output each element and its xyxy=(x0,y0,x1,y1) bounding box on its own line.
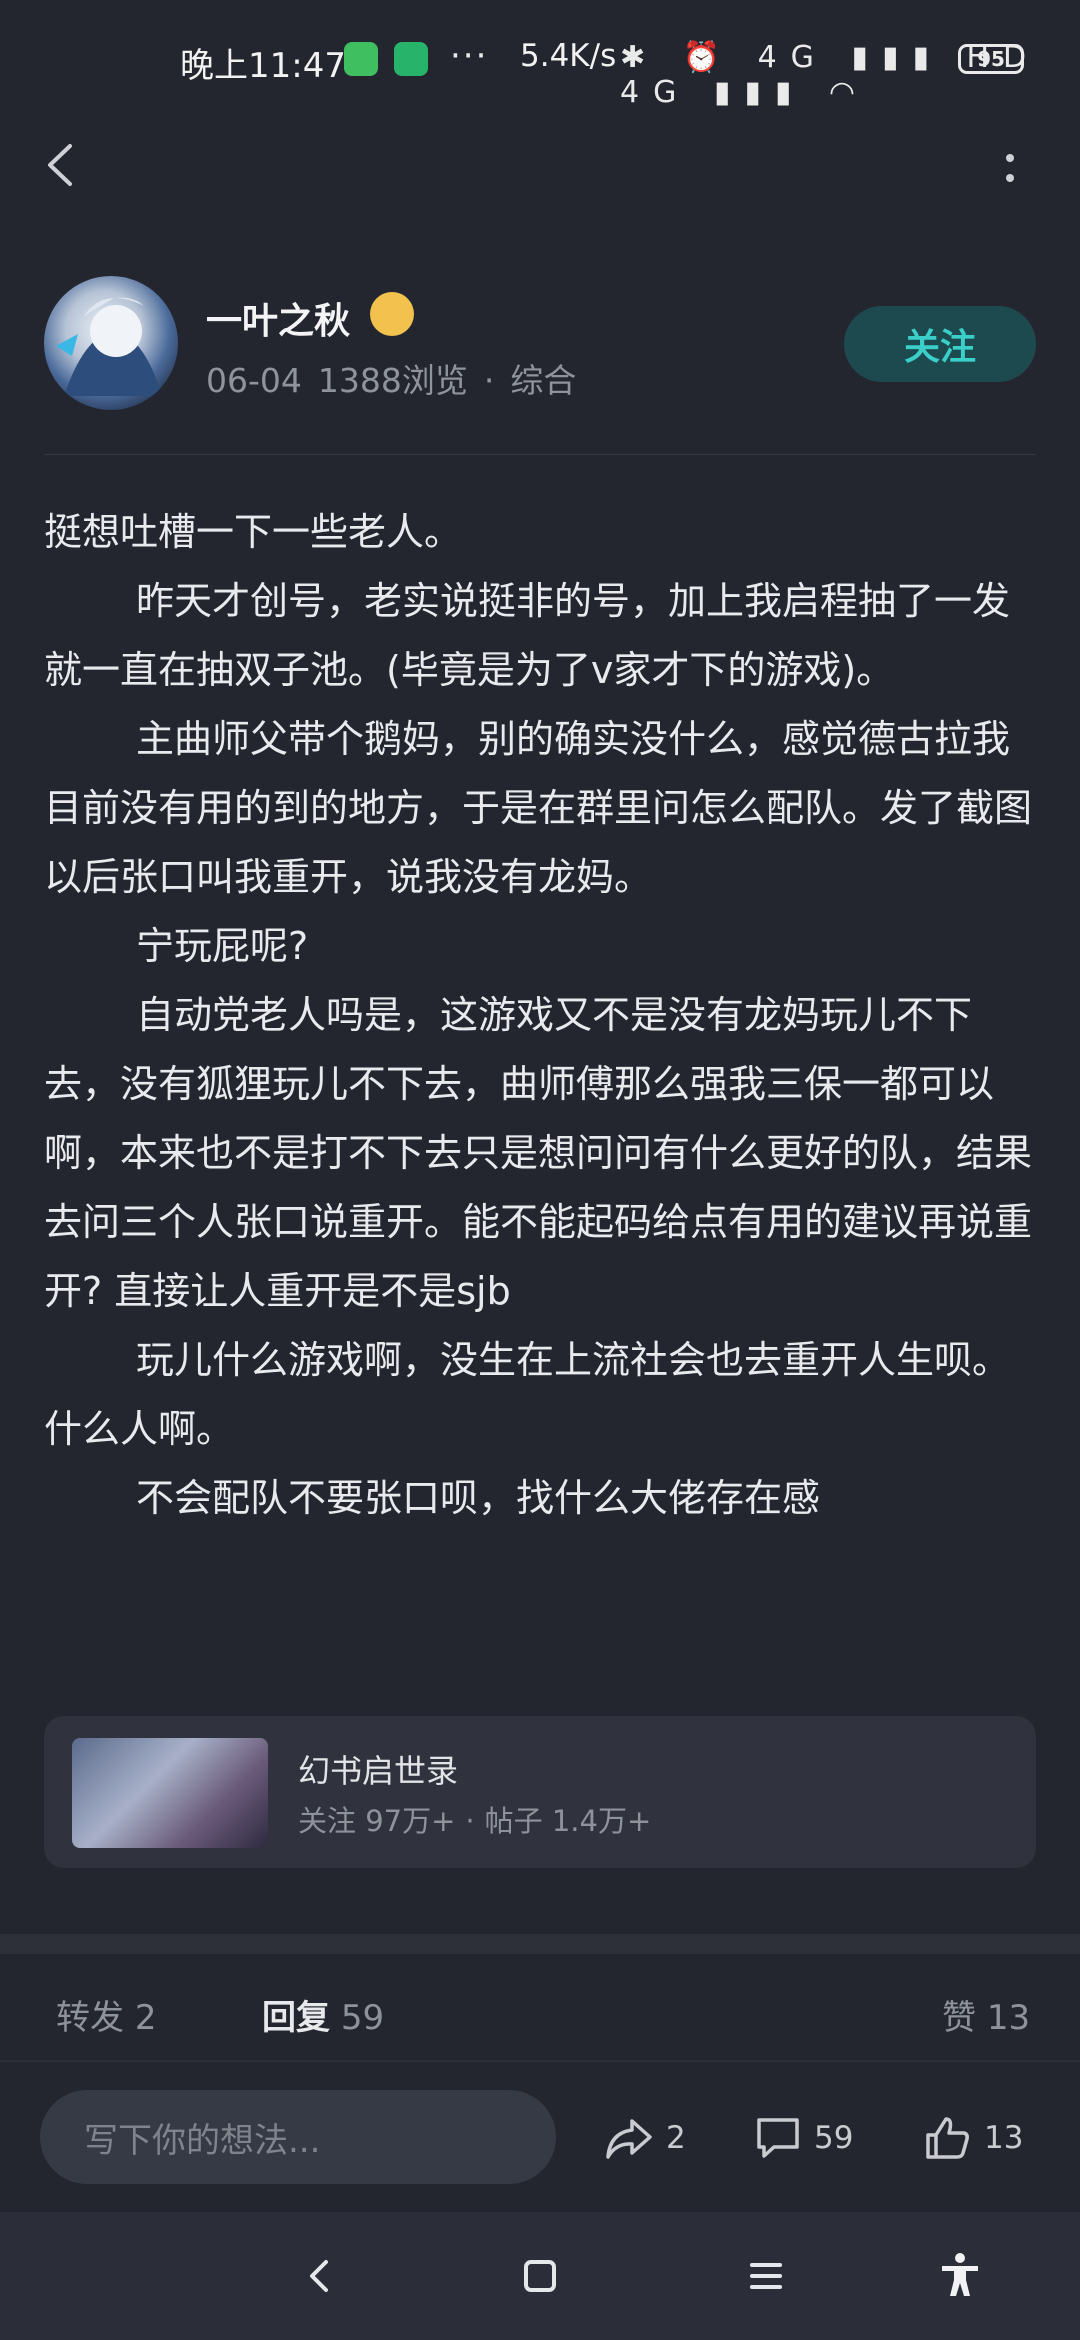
like-count: 13 xyxy=(984,2120,1024,2156)
post-views: 1388浏览 xyxy=(317,361,468,400)
app-notification-icon xyxy=(344,42,378,76)
thumbs-up-icon xyxy=(926,2117,969,2159)
battery-level: 95 xyxy=(977,47,1005,71)
tab-reply[interactable]: 回复 59 xyxy=(262,1990,384,2039)
post-paragraph: 玩儿什么游戏啊，没生在上流社会也去重开人生呗。什么人啊。 xyxy=(44,1338,1011,1451)
divider xyxy=(44,454,1036,455)
system-menu-icon[interactable] xyxy=(740,2250,792,2302)
tab-likes[interactable]: 赞 13 xyxy=(942,1990,1030,2039)
post-date: 06-04 xyxy=(206,361,302,400)
share-icon xyxy=(606,2119,652,2159)
game-cover-image xyxy=(72,1738,268,1848)
accessibility-icon[interactable] xyxy=(934,2250,986,2302)
system-back-icon[interactable] xyxy=(294,2250,346,2302)
author-avatar[interactable] xyxy=(44,276,178,410)
divider xyxy=(0,2060,1080,2062)
section-separator xyxy=(0,1934,1080,1954)
comment-button[interactable]: 59 xyxy=(754,2108,853,2168)
tab-likes-count: 13 xyxy=(986,1998,1031,2038)
author-badge-icon xyxy=(370,292,414,336)
post-paragraph: 宁玩屁呢? xyxy=(136,924,309,968)
tab-forward-label: 转发 xyxy=(56,1998,124,2038)
more-notifications-icon: ··· xyxy=(450,36,489,76)
comment-input[interactable]: 写下你的想法... xyxy=(40,2090,556,2184)
share-button[interactable]: 2 xyxy=(604,2108,686,2168)
game-followers: 关注 97万+ xyxy=(298,1804,456,1838)
game-stats: 关注 97万+ · 帖子 1.4万+ xyxy=(298,1798,661,1840)
like-button[interactable]: 13 xyxy=(924,2108,1023,2168)
status-time: 晚上11:47 xyxy=(180,46,346,86)
post-content: 挺想吐槽一下一些老人。 昨天才创号，老实说挺非的号，加上我启程抽了一发就一直在抽… xyxy=(44,498,1040,1533)
tab-reply-label: 回复 xyxy=(262,1998,330,2038)
tab-forward[interactable]: 转发 2 xyxy=(56,1990,156,2039)
post-paragraph: 昨天才创号，老实说挺非的号，加上我启程抽了一发就一直在抽双子池。(毕竟是为了v家… xyxy=(44,579,1011,692)
comment-count: 59 xyxy=(814,2120,854,2156)
tab-forward-count: 2 xyxy=(134,1998,157,2038)
post-paragraph: 不会配队不要张口呗，找什么大佬存在感 xyxy=(136,1476,821,1520)
battery-icon: 95 xyxy=(958,44,1024,74)
follow-button[interactable]: 关注 xyxy=(844,306,1036,382)
share-count: 2 xyxy=(666,2120,686,2156)
shield-notification-icon xyxy=(394,42,428,76)
status-bar: 晚上11:47 ··· 5.4K/s ✱ ⏰ 4G ▮▮▮ HD 4G ▮▮▮ … xyxy=(0,0,1080,120)
stats-separator: · xyxy=(465,1804,475,1838)
back-arrow-icon[interactable] xyxy=(38,140,88,190)
author-name[interactable]: 一叶之秋 xyxy=(206,292,350,344)
comment-icon xyxy=(757,2118,799,2158)
post-category[interactable]: 综合 xyxy=(510,361,576,400)
post-meta: 06-04 1388浏览 · 综合 xyxy=(206,354,592,402)
system-home-icon[interactable] xyxy=(514,2250,566,2302)
game-card[interactable]: 幻书启世录 关注 97万+ · 帖子 1.4万+ xyxy=(44,1716,1036,1868)
more-options-icon[interactable] xyxy=(1000,150,1020,190)
post-paragraph: 挺想吐槽一下一些老人。 xyxy=(44,510,463,554)
tab-likes-label: 赞 xyxy=(942,1998,976,2038)
post-paragraph: 自动党老人吗是，这游戏又不是没有龙妈玩儿不下去，没有狐狸玩儿不下去，曲师傅那么强… xyxy=(44,993,1033,1313)
post-paragraph: 主曲师父带个鹅妈，别的确实没什么，感觉德古拉我目前没有用的到的地方，于是在群里问… xyxy=(44,717,1033,899)
game-title: 幻书启世录 xyxy=(298,1752,459,1790)
game-posts: 帖子 1.4万+ xyxy=(484,1804,652,1838)
meta-separator: · xyxy=(483,361,495,400)
tab-reply-count: 59 xyxy=(340,1998,385,2038)
network-speed: 5.4K/s xyxy=(520,38,617,74)
